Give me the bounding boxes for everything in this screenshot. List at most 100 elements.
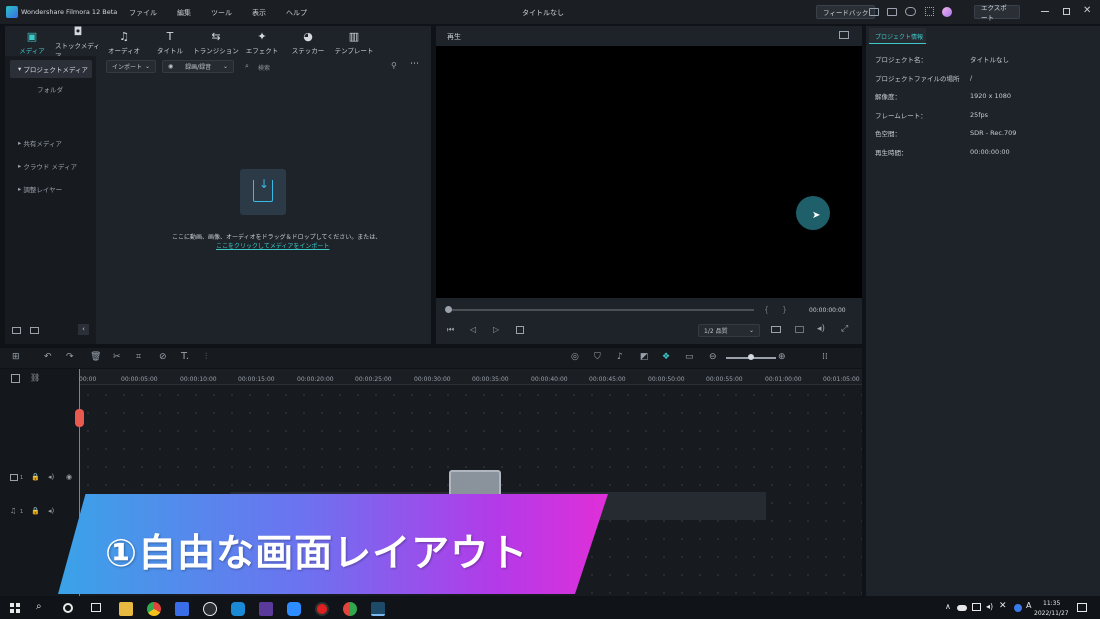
filmora-taskbar-icon[interactable] (371, 602, 385, 616)
shield-icon[interactable]: ⛉ (594, 352, 601, 362)
tray-ime-icon[interactable]: A (1026, 601, 1031, 610)
notification-icon[interactable] (1077, 603, 1087, 612)
redo-icon[interactable]: ↷ (66, 352, 74, 362)
stop-icon[interactable] (516, 326, 524, 334)
tab-media[interactable]: ▣ メディア (9, 28, 55, 58)
playback-scrubber[interactable] (448, 309, 754, 311)
save-icon[interactable] (887, 8, 897, 16)
close-icon[interactable]: ✕ (1083, 5, 1091, 16)
clock-time[interactable]: 11:35 (1043, 600, 1060, 607)
skype-icon[interactable] (231, 602, 245, 616)
quality-dropdown[interactable]: 1/2 品質 ⌄ (698, 324, 760, 337)
sidebar-item-shared-media[interactable]: ▸ 共有メディア (10, 134, 62, 152)
fullscreen-icon[interactable]: ⤢ (841, 324, 848, 334)
link-icon[interactable]: ⛓ (30, 373, 40, 382)
minimize-icon[interactable] (1041, 11, 1049, 12)
text-tool-icon[interactable]: T. (181, 351, 189, 362)
export-button[interactable]: エクスポート (974, 4, 1020, 22)
audio-speaker-icon[interactable]: ◂) (48, 507, 54, 515)
feedback-button[interactable]: フィードバック (816, 5, 876, 19)
speaker-icon[interactable]: ◂) (48, 473, 54, 481)
menu-edit[interactable]: 編集 (177, 8, 191, 18)
more-options-icon[interactable]: ⋯ (410, 59, 419, 69)
sidebar-item-cloud-media[interactable]: ▸ クラウド メディア (10, 157, 77, 175)
track-settings-icon[interactable]: ⁞⁞ (822, 352, 828, 362)
import-dropdown[interactable]: インポート ⌄ (106, 60, 156, 73)
sidebar-item-project-media[interactable]: ▾ プロジェクトメディア (10, 60, 92, 78)
playhead-handle[interactable] (75, 409, 84, 427)
undo-icon[interactable]: ↶ (44, 352, 52, 362)
zoom-slider-handle[interactable] (748, 354, 754, 360)
clock-date[interactable]: 2022/11/27 (1034, 610, 1069, 617)
import-drop-icon[interactable]: ↓ (240, 169, 286, 215)
display-icon[interactable] (771, 326, 781, 333)
menu-view[interactable]: 表示 (252, 8, 266, 18)
tray-chevron-icon[interactable]: ∧ (945, 602, 951, 611)
subtitle-icon[interactable]: ▭ (685, 352, 694, 362)
step-back-icon[interactable]: ◁ (470, 325, 476, 334)
recorder-icon[interactable] (315, 602, 329, 616)
search-input[interactable]: 検索 (258, 63, 378, 72)
camera-icon[interactable] (795, 326, 804, 333)
zoom-in-icon[interactable]: ⊕ (778, 352, 786, 362)
tag-icon[interactable]: ⊘ (159, 352, 167, 362)
mark-in-icon[interactable]: { (764, 305, 769, 314)
eye-icon[interactable]: ◉ (66, 473, 72, 481)
volume-icon[interactable]: ◂) (817, 324, 825, 334)
mark-out-icon[interactable]: } (782, 305, 787, 314)
lock-icon[interactable]: 🔒 (31, 473, 40, 481)
render-icon[interactable]: ◎ (571, 352, 579, 362)
collapse-sidebar-icon[interactable]: ‹ (78, 324, 89, 335)
cloud-icon[interactable] (905, 7, 916, 16)
record-dropdown[interactable]: ◉ 録画/録音 ⌄ (162, 60, 234, 73)
tray-security-icon[interactable] (1014, 604, 1022, 612)
tab-audio[interactable]: ♫ オーディオ (101, 28, 147, 58)
restore-icon[interactable] (1063, 8, 1070, 15)
crop-icon[interactable]: ⌗ (136, 352, 141, 362)
app-icon-1[interactable] (175, 602, 189, 616)
app-icon-2[interactable] (259, 602, 273, 616)
menu-file[interactable]: ファイル (129, 8, 157, 18)
audio-lock-icon[interactable]: 🔒 (31, 507, 40, 515)
preview-viewport[interactable] (436, 46, 862, 298)
cortana-icon[interactable] (63, 603, 73, 613)
chrome-alt-icon[interactable] (343, 602, 357, 616)
scrubber-handle[interactable] (445, 306, 452, 313)
new-folder-icon[interactable] (12, 327, 21, 334)
tab-stock-media[interactable]: ◘ストックメディア (55, 26, 101, 61)
obs-icon[interactable] (203, 602, 217, 616)
tab-project-info[interactable]: プロジェクト情報 (869, 28, 926, 44)
delete-icon[interactable]: 🗑 (90, 352, 101, 362)
apps-grid-icon[interactable] (925, 7, 934, 16)
filter-icon[interactable]: ⚲ (391, 61, 397, 70)
zoom-out-icon[interactable]: ⊖ (709, 352, 717, 362)
tab-transitions[interactable]: ⇆ トランジション (193, 28, 239, 58)
menu-help[interactable]: ヘルプ (286, 8, 307, 18)
search-taskbar-icon[interactable]: ⌕ (36, 601, 42, 612)
windows-start-icon[interactable] (10, 603, 20, 613)
tab-templates[interactable]: ▥ テンプレート (331, 28, 377, 58)
zoom-icon[interactable] (287, 602, 301, 616)
tray-onedrive-icon[interactable] (957, 605, 967, 611)
play-icon[interactable]: ▷ (493, 325, 499, 334)
tab-titles[interactable]: T タイトル (147, 28, 193, 58)
previous-frame-icon[interactable]: ⏮ (447, 325, 454, 335)
file-explorer-icon[interactable] (119, 602, 133, 616)
ai-voice-icon[interactable]: ◩ (640, 352, 649, 362)
audio-wave-icon[interactable]: ⫶ (205, 352, 207, 362)
layout-grid-icon[interactable]: ⊞ (12, 352, 20, 362)
tab-stickers[interactable]: ◕ ステッカー (285, 28, 331, 58)
tray-mute-icon[interactable]: ✕ (999, 601, 1007, 611)
menu-tools[interactable]: ツール (211, 8, 232, 18)
folder-icon[interactable] (30, 327, 39, 334)
tray-volume-icon[interactable]: ◂) (986, 602, 993, 611)
task-view-icon[interactable] (91, 603, 101, 612)
account-avatar[interactable] (942, 7, 952, 17)
microphone-icon[interactable]: ♪ (617, 352, 623, 362)
layout-icon[interactable] (869, 8, 879, 16)
tray-network-icon[interactable] (972, 603, 981, 611)
import-link[interactable]: ここをクリックしてメディアをインポート (216, 241, 329, 250)
split-scissors-icon[interactable]: ✂ (113, 352, 121, 362)
snapshot-image-icon[interactable] (839, 31, 849, 39)
sidebar-item-folder[interactable]: フォルダ (29, 80, 63, 98)
